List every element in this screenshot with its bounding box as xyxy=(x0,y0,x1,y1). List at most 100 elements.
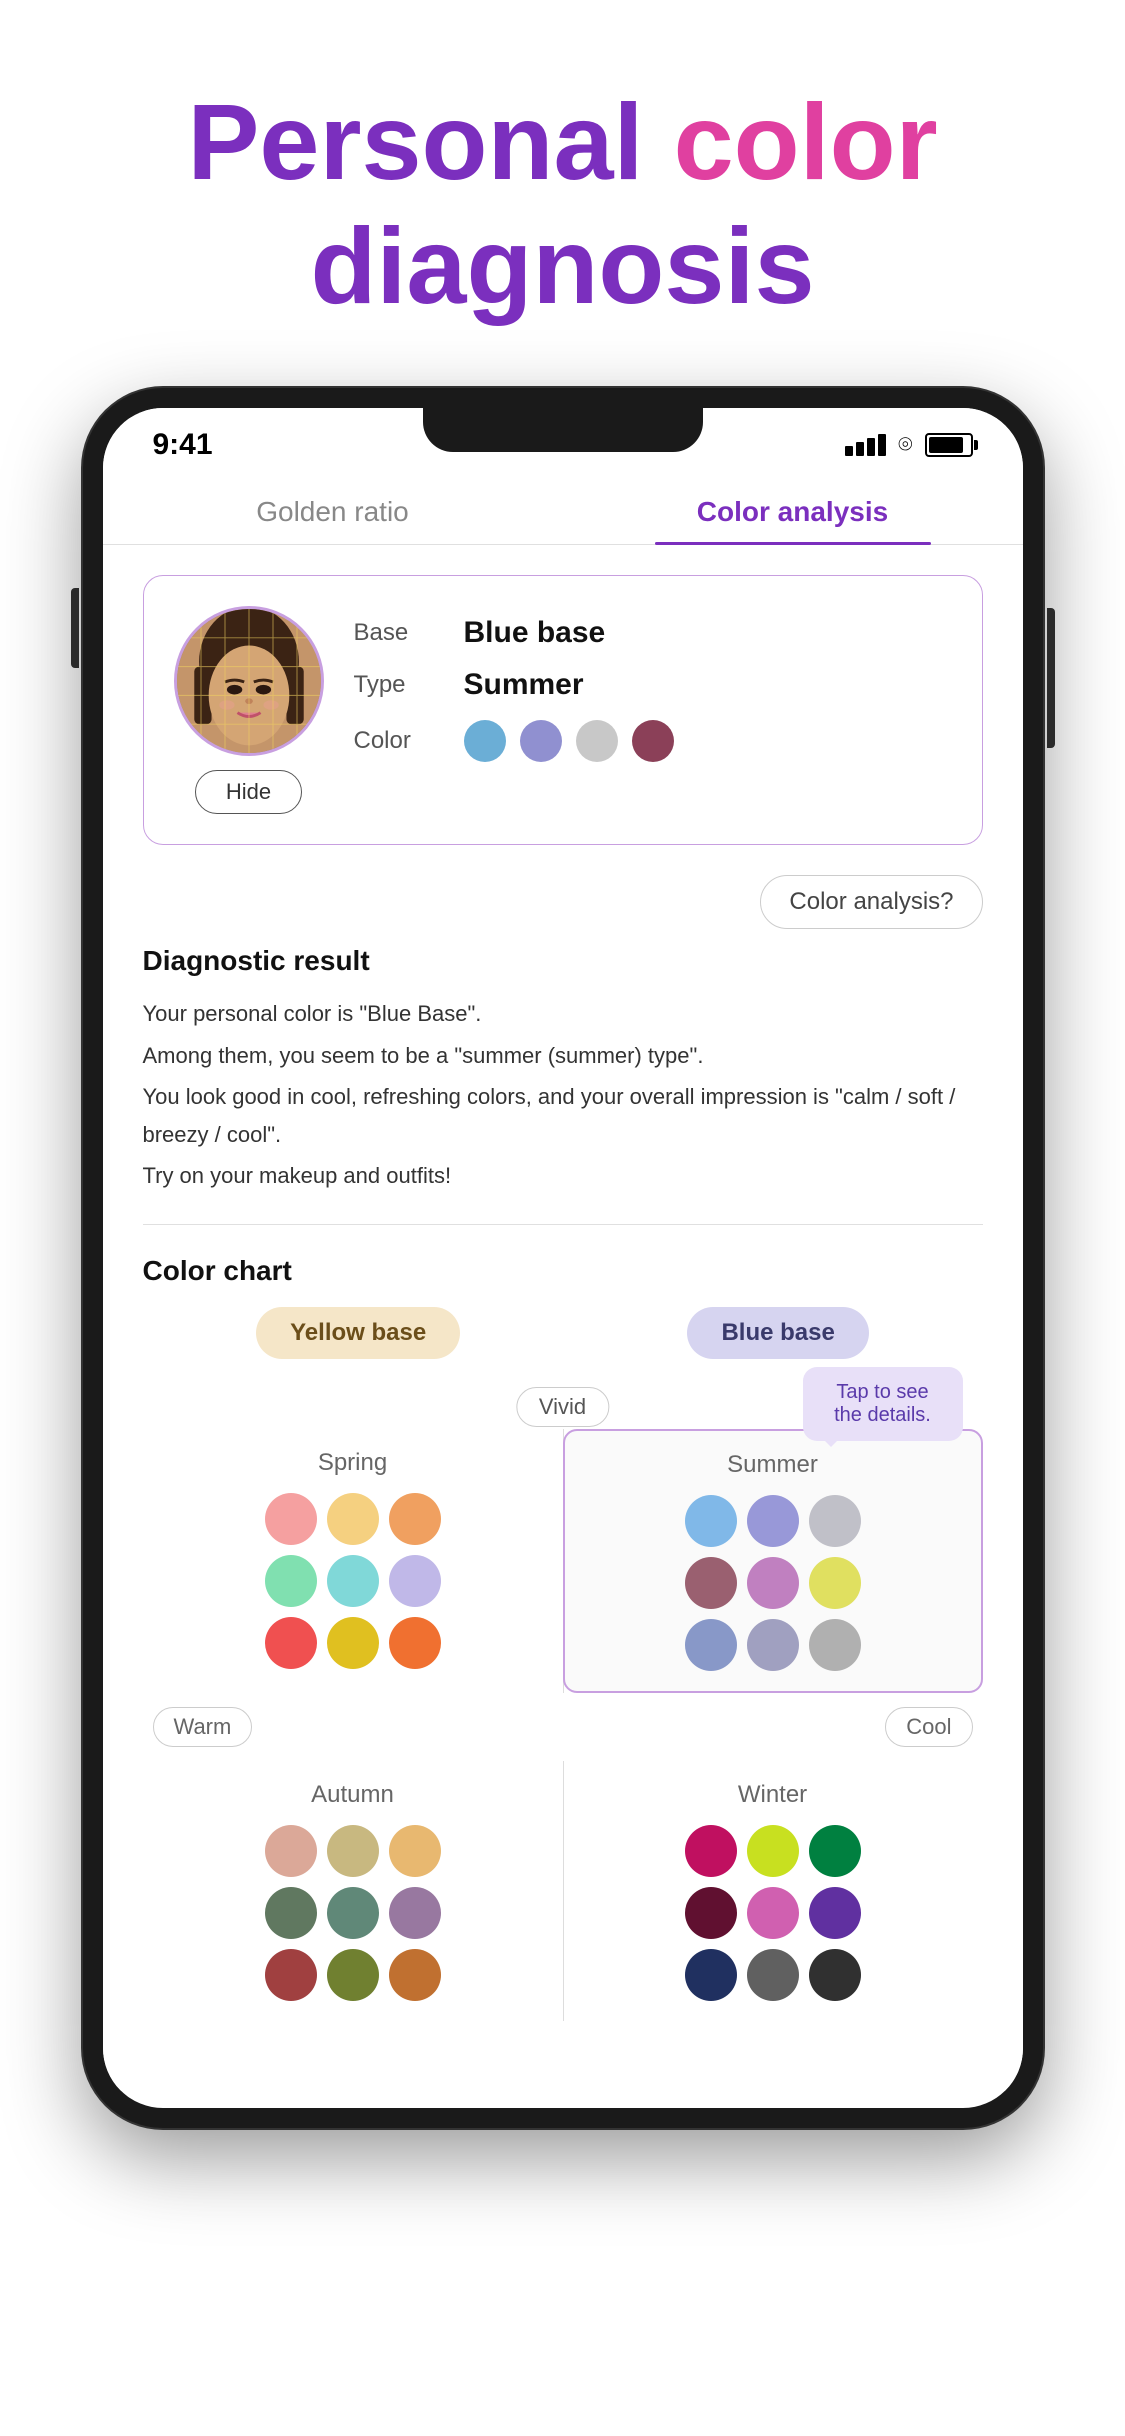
winter-dot-9 xyxy=(809,1949,861,2001)
winter-dot-3 xyxy=(809,1825,861,1877)
summer-dot-6 xyxy=(809,1557,861,1609)
summer-quadrant[interactable]: Summer xyxy=(563,1429,983,1693)
autumn-dot-9 xyxy=(389,1949,441,2001)
tab-color-analysis[interactable]: Color analysis xyxy=(563,472,1023,544)
summer-dot-9 xyxy=(809,1619,861,1671)
summer-dot-7 xyxy=(685,1619,737,1671)
color-row: Color xyxy=(354,720,952,762)
summer-dot-4 xyxy=(685,1557,737,1609)
winter-dot-1 xyxy=(685,1825,737,1877)
autumn-dot-4 xyxy=(265,1887,317,1939)
summer-label: Summer xyxy=(727,1451,818,1479)
winter-dot-8 xyxy=(747,1949,799,2001)
phone-wrapper: 9:41 ⌾ Golden ratio Color analysi xyxy=(0,368,1125,2128)
hero-title: Personal color diagnosis xyxy=(0,0,1125,368)
color-dot-4 xyxy=(632,720,674,762)
diagnostic-line-2: Among them, you seem to be a "summer (su… xyxy=(143,1037,983,1074)
status-time: 9:41 xyxy=(153,428,213,462)
spring-dot-6 xyxy=(389,1555,441,1607)
autumn-label: Autumn xyxy=(311,1781,394,1809)
spring-dot-5 xyxy=(327,1555,379,1607)
spring-label: Spring xyxy=(318,1449,387,1477)
phone-screen: 9:41 ⌾ Golden ratio Color analysi xyxy=(103,408,1023,2108)
summer-dot-8 xyxy=(747,1619,799,1671)
autumn-dot-5 xyxy=(327,1887,379,1939)
type-value: Summer xyxy=(464,668,584,702)
hero-color: color xyxy=(674,81,938,202)
avatar xyxy=(174,606,324,756)
winter-dot-2 xyxy=(747,1825,799,1877)
summer-colors xyxy=(685,1495,861,1671)
diagnostic-line-3: You look good in cool, refreshing colors… xyxy=(143,1078,983,1153)
warm-label: Warm xyxy=(153,1707,253,1747)
screen-content: Hide Base Blue base Type Summer Color xyxy=(103,545,1023,2091)
spring-dot-4 xyxy=(265,1555,317,1607)
yellow-base-label: Yellow base xyxy=(256,1307,460,1359)
base-label: Base xyxy=(354,619,464,647)
phone-frame: 9:41 ⌾ Golden ratio Color analysi xyxy=(83,388,1043,2128)
diagnostic-line-4: Try on your makeup and outfits! xyxy=(143,1157,983,1194)
spring-dot-8 xyxy=(327,1617,379,1669)
summer-dot-2 xyxy=(747,1495,799,1547)
battery-icon xyxy=(925,433,973,457)
summer-dot-5 xyxy=(747,1557,799,1609)
tap-tooltip: Tap to see the details. xyxy=(803,1367,963,1441)
autumn-colors xyxy=(265,1825,441,2001)
base-value: Blue base xyxy=(464,616,606,650)
cool-label: Cool xyxy=(885,1707,972,1747)
hero-diagnosis: diagnosis xyxy=(60,204,1065,328)
winter-quadrant[interactable]: Winter xyxy=(563,1761,983,2021)
autumn-quadrant[interactable]: Autumn xyxy=(143,1761,563,2021)
color-analysis-button[interactable]: Color analysis? xyxy=(760,875,982,929)
autumn-dot-7 xyxy=(265,1949,317,2001)
autumn-dot-1 xyxy=(265,1825,317,1877)
color-chart-title: Color chart xyxy=(143,1255,983,1287)
autumn-dot-3 xyxy=(389,1825,441,1877)
color-label: Color xyxy=(354,727,464,755)
color-chart-section: Color chart Yellow base Blue base Vivid … xyxy=(143,1255,983,2061)
color-analysis-btn-container: Color analysis? xyxy=(143,875,983,929)
divider xyxy=(143,1224,983,1225)
winter-dot-5 xyxy=(747,1887,799,1939)
color-dot-3 xyxy=(576,720,618,762)
spring-dot-7 xyxy=(265,1617,317,1669)
seasons-grid: Spring xyxy=(143,1429,983,2021)
type-row: Type Summer xyxy=(354,668,952,702)
profile-info: Base Blue base Type Summer Color xyxy=(354,606,952,780)
phone-notch xyxy=(423,408,703,452)
spring-dot-3 xyxy=(389,1493,441,1545)
blue-base-label: Blue base xyxy=(687,1307,868,1359)
type-label: Type xyxy=(354,671,464,699)
winter-dot-6 xyxy=(809,1887,861,1939)
color-dot-2 xyxy=(520,720,562,762)
tab-golden-ratio[interactable]: Golden ratio xyxy=(103,472,563,544)
winter-colors xyxy=(685,1825,861,2001)
spring-quadrant[interactable]: Spring xyxy=(143,1429,563,1693)
winter-dot-7 xyxy=(685,1949,737,2001)
spring-colors xyxy=(265,1493,441,1669)
spring-dot-2 xyxy=(327,1493,379,1545)
diagnostic-line-1: Your personal color is "Blue Base". xyxy=(143,995,983,1032)
base-row: Base Blue base xyxy=(354,616,952,650)
hero-personal: Personal xyxy=(187,81,673,202)
base-labels: Yellow base Blue base xyxy=(143,1307,983,1359)
diagnostic-title: Diagnostic result xyxy=(143,945,983,977)
summer-dot-3 xyxy=(809,1495,861,1547)
autumn-dot-6 xyxy=(389,1887,441,1939)
color-chart-grid: Yellow base Blue base Vivid Tap to see t… xyxy=(143,1307,983,2021)
winter-dot-4 xyxy=(685,1887,737,1939)
color-dot-1 xyxy=(464,720,506,762)
status-icons: ⌾ xyxy=(845,431,972,459)
signal-bars-icon xyxy=(845,434,886,456)
autumn-dot-8 xyxy=(327,1949,379,2001)
spring-dot-9 xyxy=(389,1617,441,1669)
tab-navigation: Golden ratio Color analysis xyxy=(103,472,1023,545)
winter-label: Winter xyxy=(738,1781,807,1809)
avatar-container: Hide xyxy=(174,606,324,814)
autumn-dot-2 xyxy=(327,1825,379,1877)
color-dots xyxy=(464,720,674,762)
spring-dot-1 xyxy=(265,1493,317,1545)
diagnostic-section: Diagnostic result Your personal color is… xyxy=(143,945,983,1194)
wifi-icon: ⌾ xyxy=(898,431,912,459)
hide-button[interactable]: Hide xyxy=(195,770,302,814)
